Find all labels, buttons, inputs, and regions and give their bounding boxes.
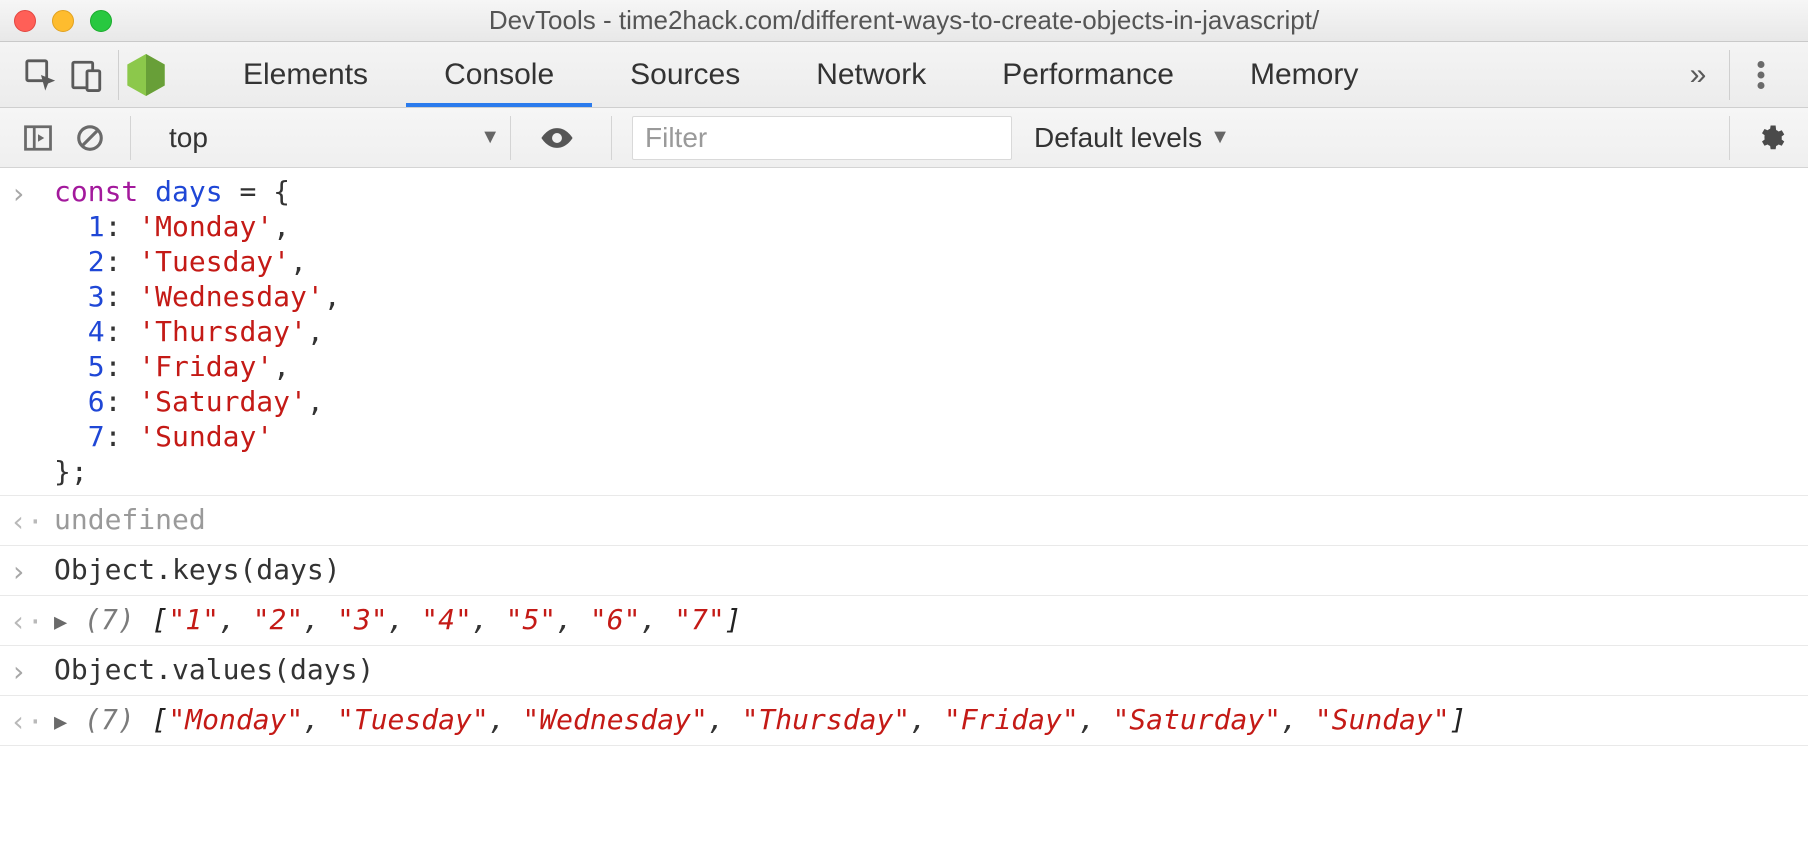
- tab-sources[interactable]: Sources: [592, 42, 778, 107]
- divider: [118, 50, 119, 100]
- console-input-code: const days = { 1: 'Monday', 2: 'Tuesday'…: [54, 174, 341, 489]
- tab-elements[interactable]: Elements: [205, 42, 406, 107]
- devtools-tabs: Elements Console Sources Network Perform…: [205, 42, 1396, 107]
- device-toolbar-icon[interactable]: [64, 52, 110, 98]
- console-row: ‹·▶ (7) ["Monday", "Tuesday", "Wednesday…: [0, 696, 1808, 746]
- execution-context-dropdown[interactable]: top ▼: [151, 116, 511, 160]
- tab-label: Sources: [630, 58, 740, 92]
- disclosure-triangle-icon[interactable]: ▶: [54, 610, 67, 635]
- tab-label: Performance: [1002, 58, 1174, 92]
- divider: [1729, 50, 1730, 100]
- input-prompt-icon: ›: [10, 174, 54, 211]
- output-prompt-icon: ‹·: [10, 702, 54, 739]
- console-input-code: Object.keys(days): [54, 552, 341, 587]
- console-output-undefined: undefined: [54, 502, 206, 537]
- tab-performance[interactable]: Performance: [964, 42, 1212, 107]
- divider: [1729, 116, 1730, 160]
- output-prompt-icon: ‹·: [10, 602, 54, 639]
- input-prompt-icon: ›: [10, 652, 54, 689]
- tab-label: Memory: [1250, 58, 1358, 92]
- nodejs-icon[interactable]: [127, 54, 165, 96]
- disclosure-triangle-icon[interactable]: ▶: [54, 710, 67, 735]
- inspect-element-icon[interactable]: [18, 52, 64, 98]
- chevron-down-icon: ▼: [480, 126, 500, 149]
- tab-memory[interactable]: Memory: [1212, 42, 1396, 107]
- console-row: ›Object.keys(days): [0, 546, 1808, 596]
- input-prompt-icon: ›: [10, 552, 54, 589]
- tab-label: Elements: [243, 58, 368, 92]
- console-row: ›Object.values(days): [0, 646, 1808, 696]
- tab-label: Console: [444, 58, 554, 92]
- kebab-menu-icon[interactable]: [1738, 52, 1784, 98]
- console-settings-icon[interactable]: [1750, 118, 1790, 158]
- window-titlebar: DevTools - time2hack.com/different-ways-…: [0, 0, 1808, 42]
- console-input-code: Object.values(days): [54, 652, 374, 687]
- divider: [130, 116, 131, 160]
- live-expression-icon[interactable]: [537, 118, 577, 158]
- console-toolbar: top ▼ Default levels ▼: [0, 108, 1808, 168]
- console-output-array: ▶ (7) ["Monday", "Tuesday", "Wednesday",…: [54, 702, 1466, 737]
- window-title: DevTools - time2hack.com/different-ways-…: [0, 5, 1808, 36]
- overflow-glyph: »: [1690, 58, 1707, 92]
- console-row: ‹·undefined: [0, 496, 1808, 546]
- levels-label: Default levels: [1034, 122, 1202, 154]
- tab-network[interactable]: Network: [778, 42, 964, 107]
- devtools-tabbar: Elements Console Sources Network Perform…: [0, 42, 1808, 108]
- tab-console[interactable]: Console: [406, 42, 592, 107]
- console-sidebar-toggle-icon[interactable]: [18, 118, 58, 158]
- console-row: ›const days = { 1: 'Monday', 2: 'Tuesday…: [0, 168, 1808, 496]
- console-filter-input[interactable]: [632, 116, 1012, 160]
- console-output-array: ▶ (7) ["1", "2", "3", "4", "5", "6", "7"…: [54, 602, 742, 637]
- tab-label: Network: [816, 58, 926, 92]
- clear-console-icon[interactable]: [70, 118, 110, 158]
- console-row: ‹·▶ (7) ["1", "2", "3", "4", "5", "6", "…: [0, 596, 1808, 646]
- log-levels-dropdown[interactable]: Default levels ▼: [1024, 116, 1240, 160]
- output-prompt-icon: ‹·: [10, 502, 54, 539]
- chevron-down-icon: ▼: [1210, 126, 1230, 149]
- tabs-overflow-button[interactable]: »: [1675, 52, 1721, 98]
- console-output: ›const days = { 1: 'Monday', 2: 'Tuesday…: [0, 168, 1808, 746]
- divider: [611, 116, 612, 160]
- context-label: top: [169, 122, 208, 154]
